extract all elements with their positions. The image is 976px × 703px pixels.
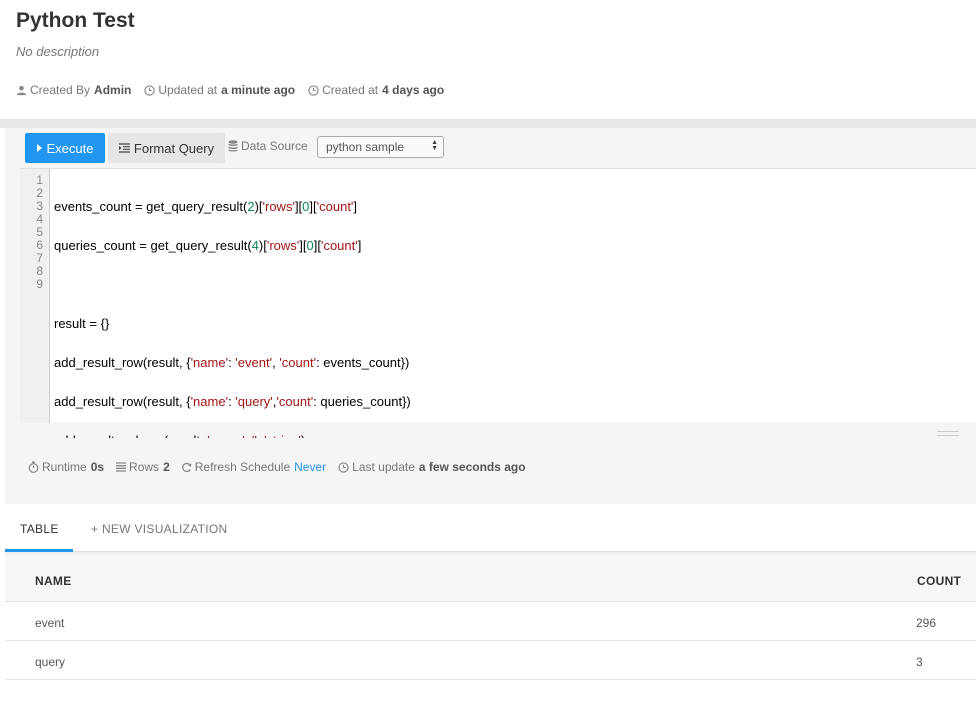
visualization-tabs: TABLE + NEW VISUALIZATION [5, 504, 976, 552]
code-line: add_result_row(result, {'name': 'event',… [54, 355, 410, 370]
refresh-schedule: Refresh Schedule Never [181, 460, 326, 474]
table-header-row: NAME COUNT [5, 552, 976, 602]
updated-at: Updated at a minute ago [144, 83, 295, 97]
clock-icon [144, 84, 156, 96]
cell-count: 3 [916, 655, 923, 669]
code-editor[interactable]: 1 2 3 4 5 6 7 8 9 events_count = get_que… [20, 168, 976, 486]
created-value: 4 days ago [382, 83, 445, 97]
created-by-value: Admin [94, 83, 132, 97]
created-label: Created at [322, 83, 379, 97]
code-line: ​ [54, 278, 411, 291]
line-number-gutter: 1 2 3 4 5 6 7 8 9 [20, 169, 50, 423]
editor-toolbar: Execute Format Query Data Source python … [5, 128, 976, 168]
code-line: result = {} [54, 316, 110, 331]
rows-value: 2 [163, 460, 170, 474]
updated-label: Updated at [158, 83, 218, 97]
code-line: queries_count = get_query_result(4)['row… [54, 238, 362, 253]
database-icon [228, 140, 238, 152]
line-number: 8 [36, 264, 43, 278]
last-update-value: a few seconds ago [418, 460, 526, 474]
query-meta: Created By Admin Updated at a minute ago… [16, 83, 457, 97]
runtime: Runtime 0s [28, 460, 104, 474]
code-line: add_result_row(result, {'name': 'query',… [54, 394, 411, 409]
cell-count: 296 [916, 616, 937, 630]
refresh-icon [181, 462, 192, 472]
line-number: 3 [36, 199, 43, 213]
format-query-label: Format Query [133, 140, 215, 156]
line-number: 7 [36, 251, 43, 265]
format-query-button[interactable]: Format Query [108, 133, 225, 163]
page-title[interactable]: Python Test [16, 9, 135, 33]
table-row: event 296 [5, 602, 976, 641]
user-icon [16, 85, 27, 95]
rows-count: Rows 2 [116, 460, 170, 474]
editor-resize-handle[interactable] [937, 431, 959, 436]
query-status-bar: Runtime 0s Rows 2 Refresh Schedule Never… [5, 438, 976, 504]
indent-icon [118, 143, 130, 153]
last-update: Last update a few seconds ago [338, 460, 526, 474]
last-update-label: Last update [352, 460, 415, 474]
code-line: events_count = get_query_result(2)['rows… [54, 199, 358, 214]
refresh-schedule-link[interactable]: Never [294, 460, 326, 474]
clock-icon [308, 84, 319, 96]
refresh-label: Refresh Schedule [194, 460, 291, 474]
data-source-label: Data Source [241, 139, 308, 153]
line-number: 1 [36, 173, 43, 187]
line-number: 2 [36, 186, 43, 200]
list-icon [116, 462, 127, 472]
data-source-value: python sample [326, 140, 405, 154]
tab-table[interactable]: TABLE [20, 522, 59, 536]
runtime-label: Runtime [42, 460, 87, 474]
created-at: Created at 4 days ago [308, 83, 444, 97]
updated-value: a minute ago [221, 83, 296, 97]
column-header-name[interactable]: NAME [35, 574, 72, 588]
data-source-label-wrap: Data Source [228, 139, 308, 153]
line-number: 5 [36, 225, 43, 239]
line-number: 9 [36, 277, 43, 291]
table-row: query 3 [5, 641, 976, 680]
line-number: 6 [36, 238, 43, 252]
data-source-select[interactable]: python sample ▲ ▼ [317, 136, 444, 158]
select-arrows-icon: ▲ ▼ [431, 139, 438, 152]
cell-name: query [35, 655, 66, 669]
created-by: Created By Admin [16, 83, 131, 97]
clock-icon [338, 461, 349, 473]
page-description[interactable]: No description [16, 44, 99, 59]
play-icon [36, 144, 42, 152]
section-divider [0, 119, 976, 128]
query-editor-panel: Execute Format Query Data Source python … [5, 128, 976, 486]
execute-label: Execute [46, 140, 94, 156]
rows-label: Rows [129, 460, 160, 474]
created-by-label: Created By [30, 83, 91, 97]
execute-button[interactable]: Execute [25, 133, 105, 163]
tab-new-visualization[interactable]: + NEW VISUALIZATION [91, 522, 228, 536]
line-number: 4 [36, 212, 43, 226]
runtime-value: 0s [90, 460, 105, 474]
results-table: NAME COUNT event 296 query 3 [5, 552, 976, 703]
stopwatch-icon [28, 461, 39, 473]
column-header-count[interactable]: COUNT [917, 574, 961, 588]
query-header: Python Test No description Created By Ad… [0, 0, 976, 119]
cell-name: event [35, 616, 65, 630]
